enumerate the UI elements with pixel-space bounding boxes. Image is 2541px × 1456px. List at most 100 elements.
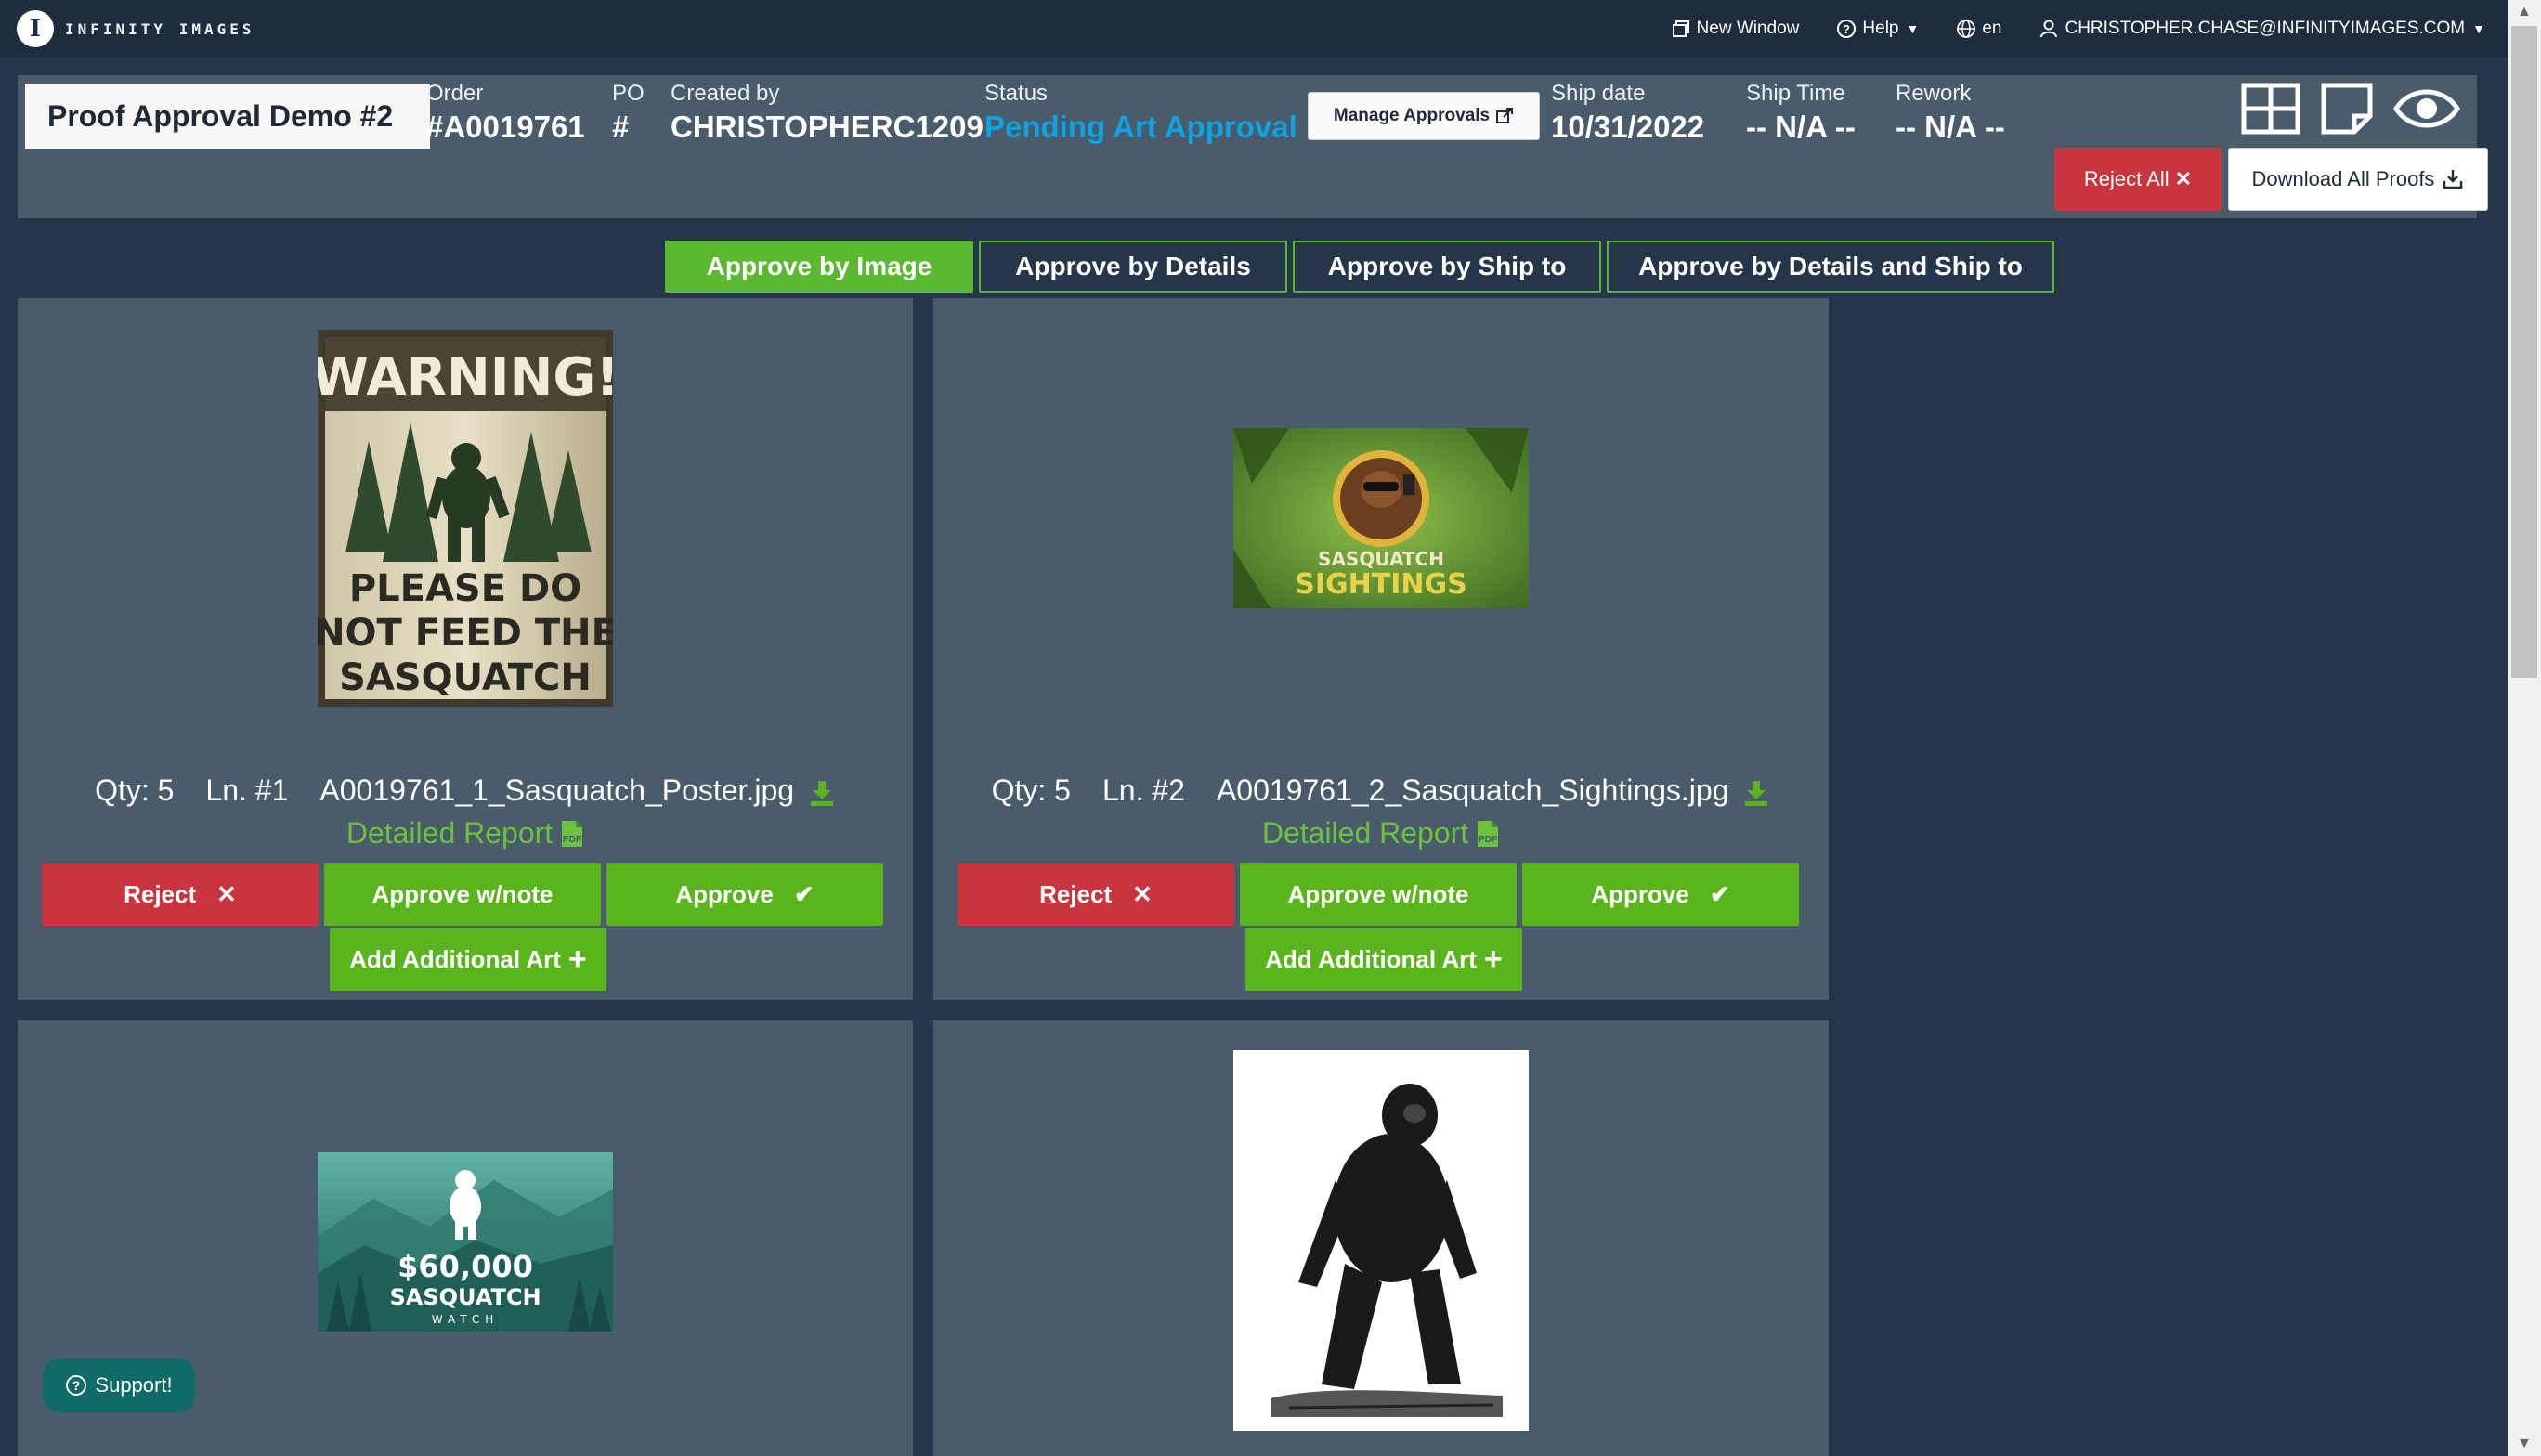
chevron-down-icon: ▼ bbox=[1906, 21, 1920, 36]
proof-image-sasquatch-poster[interactable]: WARNING! PLEASE DO NOT FEED THE SASQUATC… bbox=[318, 330, 613, 707]
top-nav: New Window ? Help ▼ en CHRISTOPHER.CHASE… bbox=[1671, 0, 2485, 58]
approval-mode-tabs: Approve by Image Approve by Details Appr… bbox=[665, 240, 2054, 292]
manage-approvals-label: Manage Approvals bbox=[1333, 106, 1491, 125]
pdf-icon: PDF bbox=[1478, 820, 1499, 847]
detailed-report-link[interactable]: Detailed Report PDF bbox=[933, 816, 1829, 851]
svg-text:?: ? bbox=[72, 1378, 81, 1393]
download-all-proofs-button[interactable]: Download All Proofs bbox=[2228, 148, 2488, 211]
detailed-report-link[interactable]: Detailed Report PDF bbox=[18, 816, 913, 851]
approve-label: Approve bbox=[1591, 879, 1689, 908]
language-label: en bbox=[1982, 19, 2002, 38]
plus-icon: + bbox=[567, 942, 587, 977]
close-icon: ✕ bbox=[1132, 879, 1153, 908]
sightings-line-1: SASQUATCH bbox=[1318, 548, 1444, 570]
tab-approve-by-details[interactable]: Approve by Details bbox=[979, 240, 1287, 292]
svg-text:?: ? bbox=[1843, 22, 1850, 36]
status-label: Status bbox=[984, 81, 1049, 106]
proof-card-2: SASQUATCH SIGHTINGS Qty: 5 Ln. #2 A00197… bbox=[933, 298, 1829, 1000]
download-icon bbox=[2443, 170, 2463, 189]
view-toggle-group bbox=[2241, 83, 2460, 135]
tab-approve-by-ship-to[interactable]: Approve by Ship to bbox=[1293, 240, 1601, 292]
approve-with-note-button[interactable]: Approve w/note bbox=[1240, 863, 1517, 926]
file-name: A0019761_1_Sasquatch_Poster.jpg bbox=[319, 774, 836, 808]
approve-button[interactable]: Approve ✔ bbox=[606, 863, 883, 926]
brand-logo[interactable]: I bbox=[17, 10, 54, 47]
scroll-down-arrow[interactable]: ▼ bbox=[2508, 1432, 2541, 1456]
approve-with-note-button[interactable]: Approve w/note bbox=[324, 863, 601, 926]
page-scrollbar[interactable]: ▲ ▼ bbox=[2508, 0, 2541, 1456]
watch-line-2: SASQUATCH bbox=[389, 1284, 541, 1310]
external-link-icon bbox=[1496, 108, 1514, 124]
download-icon[interactable] bbox=[1742, 779, 1770, 807]
po-number: # bbox=[612, 110, 630, 144]
new-window-link[interactable]: New Window bbox=[1671, 19, 1800, 39]
approve-label: Approve bbox=[675, 879, 774, 908]
support-button[interactable]: ? Support! bbox=[43, 1358, 195, 1412]
reject-all-button[interactable]: Reject All ✕ bbox=[2054, 148, 2222, 211]
ship-date-field: Ship date 10/31/2022 bbox=[1551, 81, 1704, 145]
proof-image-sasquatch-sightings[interactable]: SASQUATCH SIGHTINGS bbox=[1233, 428, 1529, 608]
sightings-line-2: SIGHTINGS bbox=[1295, 568, 1466, 601]
rework-field: Rework -- N/A -- bbox=[1896, 81, 2005, 145]
reject-label: Reject bbox=[124, 879, 197, 908]
eye-icon[interactable] bbox=[2393, 84, 2460, 133]
brand[interactable]: I INFINITY IMAGES bbox=[17, 10, 255, 47]
add-additional-art-button[interactable]: Add Additional Art + bbox=[1245, 928, 1522, 991]
reject-label: Reject bbox=[1039, 879, 1113, 908]
approve-button[interactable]: Approve ✔ bbox=[1522, 863, 1799, 926]
note-icon[interactable] bbox=[2321, 83, 2373, 135]
reject-button[interactable]: Reject ✕ bbox=[958, 863, 1234, 926]
add-additional-art-button[interactable]: Add Additional Art + bbox=[330, 928, 606, 991]
svg-text:PDF: PDF bbox=[1479, 835, 1497, 845]
poster-warning-text: WARNING! bbox=[318, 347, 613, 408]
proof-image-sasquatch-watch[interactable]: $60,000 SASQUATCH WATCH bbox=[318, 1152, 613, 1332]
created-by-label: Created by bbox=[671, 81, 780, 106]
new-window-label: New Window bbox=[1696, 19, 1800, 38]
scroll-thumb[interactable] bbox=[2511, 26, 2537, 678]
file-name-text[interactable]: A0019761_2_Sasquatch_Sightings.jpg bbox=[1217, 774, 1729, 807]
proof-image-sasquatch-sketch[interactable] bbox=[1233, 1050, 1529, 1431]
download-all-label: Download All Proofs bbox=[2251, 167, 2435, 190]
help-icon: ? bbox=[66, 1375, 87, 1396]
pdf-icon: PDF bbox=[562, 820, 583, 847]
help-icon: ? bbox=[1837, 20, 1857, 38]
status-field: Status Pending Art Approval bbox=[984, 81, 1297, 145]
svg-text:PDF: PDF bbox=[563, 835, 581, 845]
tab-approve-by-image[interactable]: Approve by Image bbox=[665, 240, 973, 292]
order-number: #A0019761 bbox=[426, 110, 585, 144]
proof-actions: Reject ✕ Approve w/note Approve ✔ bbox=[958, 863, 1799, 926]
close-icon: ✕ bbox=[216, 879, 237, 908]
file-name-text[interactable]: A0019761_1_Sasquatch_Poster.jpg bbox=[319, 774, 794, 807]
ship-time-field: Ship Time -- N/A -- bbox=[1746, 81, 1856, 145]
status-value: Pending Art Approval bbox=[984, 110, 1297, 144]
line-number: Ln. #2 bbox=[1101, 774, 1185, 807]
file-name: A0019761_2_Sasquatch_Sightings.jpg bbox=[1217, 774, 1770, 808]
download-icon[interactable] bbox=[808, 779, 836, 807]
ship-time-value: -- N/A -- bbox=[1746, 110, 1856, 144]
reject-button[interactable]: Reject ✕ bbox=[42, 863, 319, 926]
grid-view-icon[interactable] bbox=[2241, 83, 2300, 135]
add-art-label: Add Additional Art bbox=[349, 944, 561, 973]
ship-date-value: 10/31/2022 bbox=[1551, 110, 1705, 144]
globe-icon bbox=[1957, 20, 1976, 38]
created-by-value: CHRISTOPHERC1209 bbox=[671, 110, 984, 144]
rework-label: Rework bbox=[1896, 81, 1972, 106]
help-menu[interactable]: ? Help ▼ bbox=[1836, 19, 1919, 39]
language-menu[interactable]: en bbox=[1956, 19, 2001, 39]
proof-card-4 bbox=[933, 1020, 1829, 1456]
line-number: Ln. #1 bbox=[205, 774, 289, 807]
detailed-report-label: Detailed Report bbox=[1261, 816, 1469, 850]
top-bar: I INFINITY IMAGES New Window ? Help ▼ en… bbox=[0, 0, 2541, 58]
user-email: CHRISTOPHER.CHASE@INFINITYIMAGES.COM bbox=[2065, 19, 2466, 38]
tab-approve-by-details-and-ship-to[interactable]: Approve by Details and Ship to bbox=[1607, 240, 2054, 292]
po-label: PO bbox=[612, 81, 645, 106]
poster-line-3: NOT FEED THE bbox=[318, 612, 613, 655]
poster-line-4: SASQUATCH bbox=[339, 656, 592, 699]
user-menu[interactable]: CHRISTOPHER.CHASE@INFINITYIMAGES.COM ▼ bbox=[2039, 19, 2485, 39]
detailed-report-label: Detailed Report bbox=[345, 816, 554, 850]
scroll-up-arrow[interactable]: ▲ bbox=[2508, 0, 2541, 24]
plus-icon: + bbox=[1483, 942, 1503, 977]
manage-approvals-button[interactable]: Manage Approvals bbox=[1308, 92, 1540, 140]
check-icon: ✔ bbox=[1709, 879, 1730, 908]
proof-meta: Qty: 5 Ln. #2 A0019761_2_Sasquatch_Sight… bbox=[933, 774, 1829, 808]
